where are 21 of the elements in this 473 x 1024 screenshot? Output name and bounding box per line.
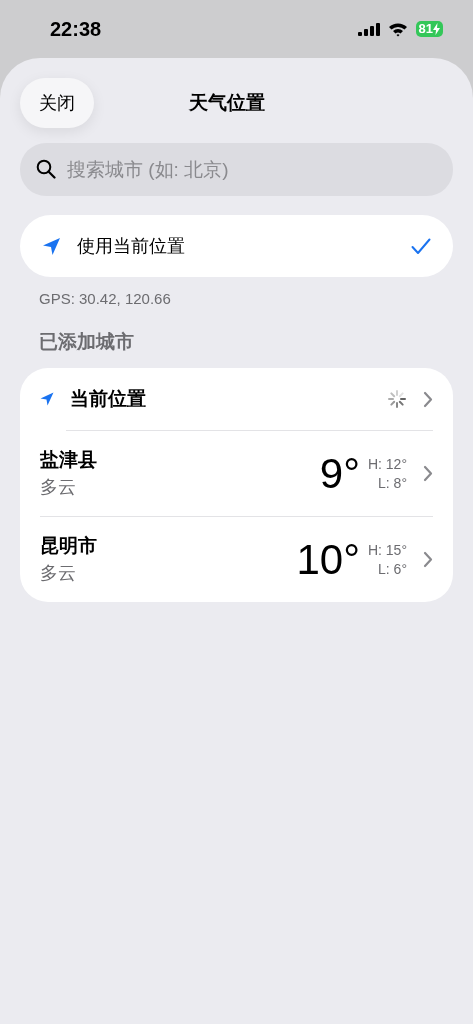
city-name: 昆明市 [40,533,98,558]
row-label: 使用当前位置 [77,234,186,258]
low-temperature: L: 8° [377,473,407,492]
low-temperature: L: 6° [377,559,407,578]
sheet-title: 天气位置 [189,90,265,115]
gps-coordinates: GPS: 30.42, 120.66 [39,289,172,309]
section-heading: 已添加城市 [39,329,135,354]
weather-condition: 多云 [40,562,77,586]
temperature: 9° [319,452,360,495]
city-row[interactable]: 当前位置 [40,368,433,430]
use-location-row[interactable]: 使用当前位置 [20,215,453,277]
high-temperature: H: 15° [367,541,407,560]
city-name: 当前位置 [70,386,147,411]
status-time: 22:38 [50,17,102,42]
weather-condition: 多云 [40,476,77,500]
search-field[interactable]: 搜索城市 (如: 北京) [20,143,453,196]
battery-icon: 81 [415,21,443,37]
high-temperature: H: 12° [367,455,407,474]
temperature: 10° [296,538,360,581]
city-name: 盐津县 [40,447,98,472]
close-button[interactable]: 关闭 [20,78,94,128]
